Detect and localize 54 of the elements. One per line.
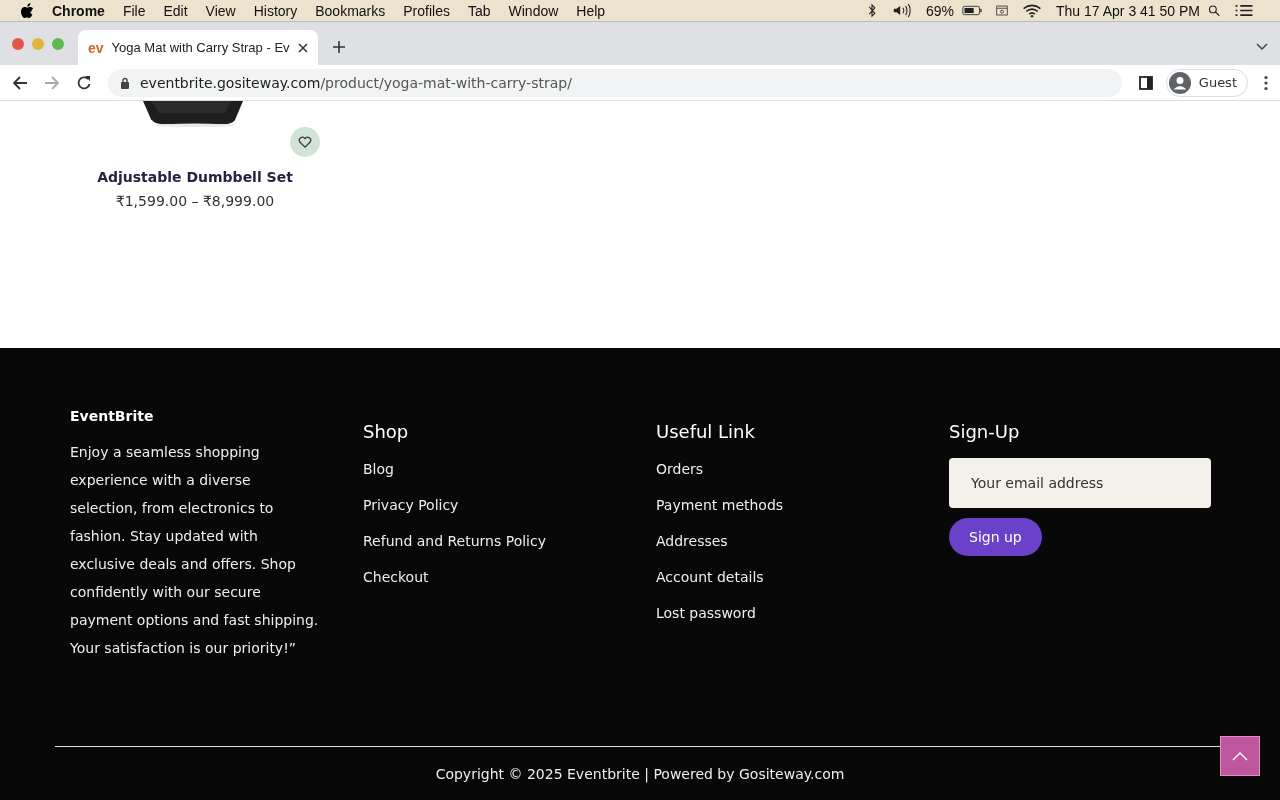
battery-percentage: 69% — [926, 2, 954, 19]
footer-brand: EventBrite — [70, 408, 154, 424]
footer-link[interactable]: Refund and Returns Policy — [363, 532, 546, 550]
footer-column-title: Useful Link — [656, 421, 755, 442]
menu-item[interactable]: Edit — [163, 2, 188, 19]
footer-link[interactable]: Privacy Policy — [363, 496, 459, 514]
footer-link[interactable]: Account details — [656, 568, 764, 586]
chevron-up-icon — [1232, 751, 1248, 761]
reload-icon[interactable] — [76, 74, 92, 91]
menu-item[interactable]: View — [205, 2, 236, 19]
apple-logo-icon[interactable] — [20, 2, 34, 19]
menu-item[interactable]: File — [122, 2, 146, 19]
footer-link[interactable]: Checkout — [363, 568, 429, 586]
footer-link[interactable]: Addresses — [656, 532, 728, 550]
menu-item[interactable]: History — [253, 2, 298, 19]
menu-item[interactable]: Help — [576, 2, 606, 19]
copyright-text: Copyright © 2025 Eventbrite | Powered by Gositeway.com — [435, 765, 845, 782]
close-icon[interactable] — [298, 42, 308, 53]
list-icon[interactable] — [1234, 3, 1254, 18]
footer-link[interactable]: Payment methods — [656, 496, 784, 514]
wifi-icon[interactable] — [1022, 3, 1042, 18]
email-field[interactable]: Your email address — [949, 458, 1211, 508]
wishlist-button[interactable] — [290, 127, 320, 157]
bluetooth-icon[interactable] — [866, 3, 878, 18]
menu-item[interactable]: Bookmarks — [315, 2, 386, 19]
clock[interactable]: Thu 17 Apr 3 41 50 PM — [1056, 2, 1200, 19]
heart-icon — [298, 136, 312, 148]
footer-column-title: Shop — [363, 421, 409, 442]
back-icon[interactable] — [12, 74, 28, 91]
footer-column-title: Sign-Up — [949, 421, 1020, 442]
menu-item[interactable]: Window — [508, 2, 559, 19]
battery-icon[interactable] — [962, 3, 982, 18]
footer-link[interactable]: Lost password — [656, 604, 756, 622]
product-price: ₹1,599.00 – ₹8,999.00 — [115, 193, 275, 209]
site-favicon: ev — [88, 39, 104, 56]
menu-item[interactable]: Tab — [467, 2, 491, 19]
menu-item[interactable]: Chrome — [52, 2, 105, 19]
menu-item[interactable]: Profiles — [403, 2, 450, 19]
side-panel-icon[interactable] — [1137, 74, 1154, 91]
sign-up-button[interactable]: Sign up — [949, 518, 1042, 556]
chevron-down-icon[interactable] — [1256, 43, 1268, 51]
avatar-icon — [1168, 71, 1191, 94]
close-window-button[interactable] — [12, 37, 24, 50]
lock-icon — [120, 76, 130, 89]
footer-about-text: Enjoy a seamless shopping experience with a diverse selection, from electronics to fashion. Stay updated with exclusive deals and offers. Shop confidently with our secure payment options and fast shipping. Your satisfaction is our priority!” — [70, 443, 320, 658]
search-icon[interactable] — [1208, 3, 1220, 18]
product-name[interactable]: Adjustable Dumbbell Set — [97, 169, 293, 185]
footer-link[interactable]: Blog — [363, 460, 394, 478]
more-icon[interactable] — [1264, 74, 1268, 91]
new-tab-icon[interactable] — [332, 40, 346, 54]
footer-link[interactable]: Orders — [656, 460, 704, 478]
speaker-icon[interactable] — [892, 3, 912, 18]
browser-tab[interactable]: ev Yoga Mat with Carry Strap - Ev — [78, 30, 318, 65]
address-bar[interactable]: eventbrite.gositeway.com/product/yoga-mat-with-carry-strap/ — [108, 68, 1122, 97]
